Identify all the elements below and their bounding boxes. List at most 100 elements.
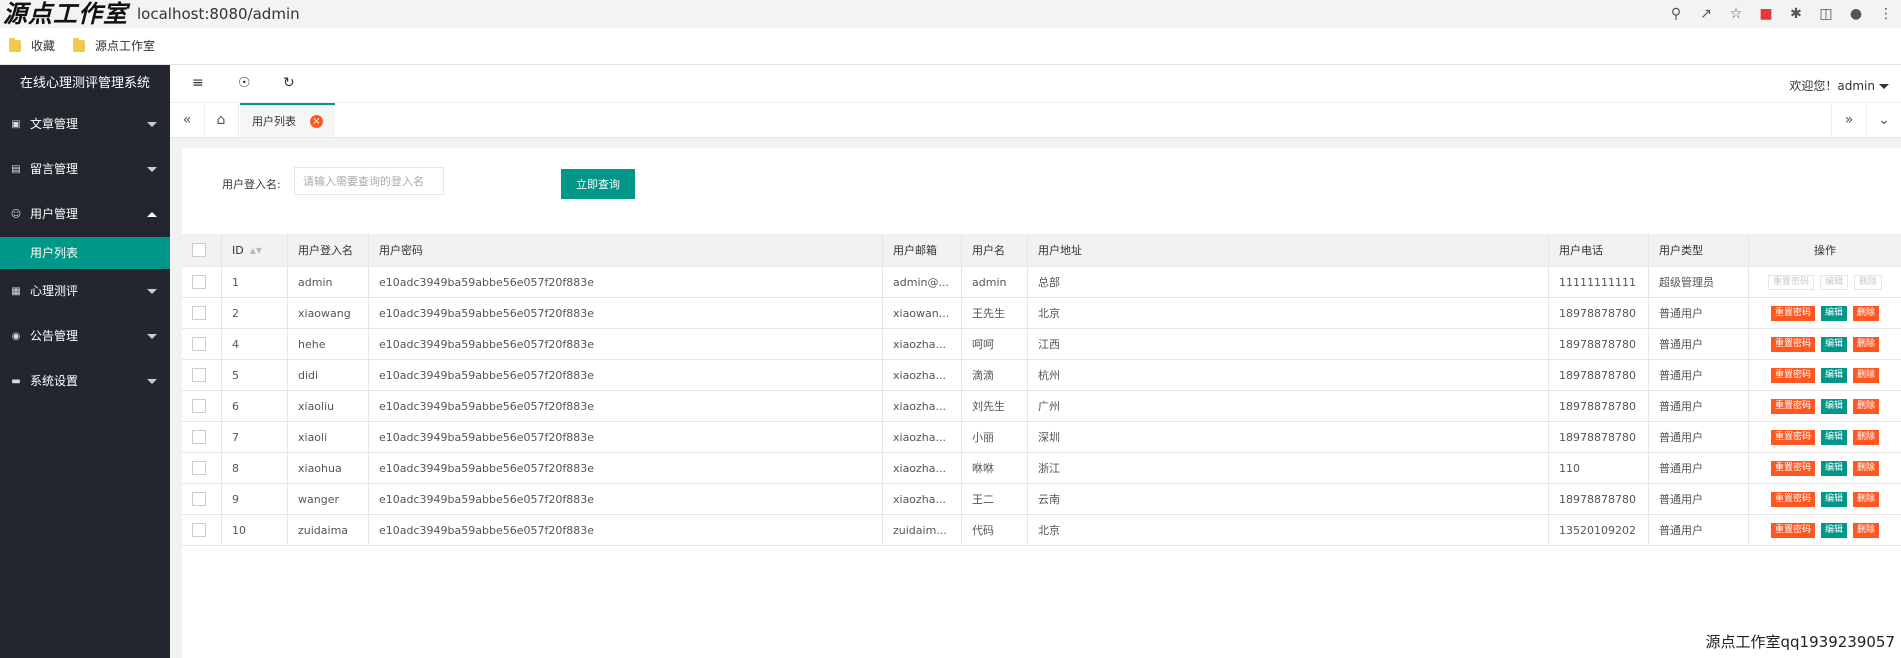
checkbox[interactable] [192, 430, 206, 444]
sidebar-item-articles[interactable]: ▣ 文章管理 [0, 102, 170, 147]
extensions-icon[interactable]: ✱ [1781, 0, 1811, 28]
sort-icon[interactable]: ▲▼ [250, 246, 262, 255]
edit-button[interactable]: 编辑 [1820, 367, 1847, 383]
share-icon[interactable]: ↗ [1691, 0, 1721, 28]
message-icon: ▤ [11, 164, 21, 175]
sidebar-item-users[interactable]: ☺ 用户管理 [0, 192, 170, 237]
delete-button[interactable]: 删除 [1853, 367, 1880, 383]
checkbox[interactable] [192, 368, 206, 382]
cell-username: 刘先生 [961, 390, 1028, 422]
row-checkbox-cell[interactable] [182, 390, 222, 422]
collapse-menu-icon[interactable]: ≡ [192, 75, 204, 91]
bookmark-studio[interactable]: 源点工作室 [73, 37, 155, 54]
edit-button[interactable]: 编辑 [1819, 274, 1848, 290]
select-all-checkbox-cell[interactable] [182, 234, 222, 267]
checkbox[interactable] [192, 523, 206, 537]
cell-password: e10adc3949ba59abbe56e057f20f883e [368, 297, 883, 329]
cell-type: 普通用户 [1648, 483, 1749, 515]
url-field[interactable]: localhost:8080/admin [137, 4, 300, 24]
table-header-row: ID ▲▼ 用户登入名 用户密码 用户邮箱 用户名 用户地址 用户电话 用户类型 … [182, 234, 1901, 267]
tab-bar: « ⌂ 用户列表 × » ⌄ [170, 103, 1901, 138]
table-row: 7 xiaoli e10adc3949ba59abbe56e057f20f883e x… [182, 421, 1901, 453]
delete-button[interactable]: 删除 [1853, 305, 1880, 321]
reset-password-button[interactable]: 重置密码 [1770, 305, 1815, 321]
reset-password-button[interactable]: 重置密码 [1770, 491, 1815, 507]
row-checkbox-cell[interactable] [182, 266, 222, 298]
checkbox[interactable] [192, 399, 206, 413]
reset-password-button[interactable]: 重置密码 [1770, 398, 1815, 414]
row-checkbox-cell[interactable] [182, 359, 222, 391]
sidebar-item-messages[interactable]: ▤ 留言管理 [0, 147, 170, 192]
menu-icon[interactable]: ⋮ [1871, 0, 1901, 28]
row-checkbox-cell[interactable] [182, 514, 222, 546]
delete-button[interactable]: 删除 [1853, 398, 1880, 414]
row-checkbox-cell[interactable] [182, 297, 222, 329]
refresh-icon[interactable]: ↻ [283, 75, 295, 91]
tab-user-list[interactable]: 用户列表 × [240, 103, 335, 137]
cell-email: xiaozha... [882, 390, 962, 422]
delete-button[interactable]: 删除 [1853, 336, 1880, 352]
edit-button[interactable]: 编辑 [1820, 460, 1847, 476]
tab-scroll-right-icon[interactable]: » [1831, 103, 1867, 137]
side-panel-icon[interactable]: ◫ [1811, 0, 1841, 28]
cell-username: admin [961, 266, 1028, 298]
cell-login: xiaowang [287, 297, 369, 329]
delete-button[interactable]: 删除 [1853, 491, 1880, 507]
cell-id: 6 [221, 390, 288, 422]
zoom-icon[interactable]: ⚲ [1661, 0, 1691, 28]
checkbox[interactable] [192, 461, 206, 475]
delete-button[interactable]: 删除 [1853, 460, 1880, 476]
edit-button[interactable]: 编辑 [1820, 491, 1847, 507]
checkbox[interactable] [192, 306, 206, 320]
reset-password-button[interactable]: 重置密码 [1770, 429, 1815, 445]
user-menu[interactable]: 欢迎您！admin [1789, 77, 1889, 94]
delete-button[interactable]: 删除 [1854, 274, 1883, 290]
reset-password-button[interactable]: 重置密码 [1770, 367, 1815, 383]
reset-password-button[interactable]: 重置密码 [1770, 460, 1815, 476]
cell-username: 小丽 [961, 421, 1028, 453]
row-checkbox-cell[interactable] [182, 328, 222, 360]
extension-badge-icon[interactable]: ■ [1751, 0, 1781, 28]
cell-type: 普通用户 [1648, 359, 1749, 391]
delete-button[interactable]: 删除 [1853, 522, 1880, 538]
home-icon[interactable]: ⌂ [204, 103, 239, 137]
reset-password-button[interactable]: 重置密码 [1770, 522, 1815, 538]
checkbox[interactable] [192, 275, 206, 289]
edit-button[interactable]: 编辑 [1820, 305, 1847, 321]
globe-icon[interactable]: ☉ [238, 75, 251, 91]
col-id[interactable]: ID ▲▼ [221, 234, 288, 267]
cell-id: 9 [221, 483, 288, 515]
sidebar-item-notices[interactable]: ◉ 公告管理 [0, 314, 170, 359]
close-icon[interactable]: × [310, 114, 323, 128]
edit-button[interactable]: 编辑 [1820, 522, 1847, 538]
bookmark-favorites[interactable]: 收藏 [9, 37, 55, 54]
edit-button[interactable]: 编辑 [1820, 398, 1847, 414]
chevron-down-icon [147, 379, 157, 384]
checkbox[interactable] [192, 243, 206, 257]
sidebar-item-settings[interactable]: ▬ 系统设置 [0, 359, 170, 404]
reset-password-button[interactable]: 重置密码 [1770, 336, 1815, 352]
cell-phone: 18978878780 [1548, 328, 1649, 360]
sidebar-subitem-user-list[interactable]: 用户列表 [0, 237, 170, 269]
search-button[interactable]: 立即查询 [561, 169, 635, 199]
row-checkbox-cell[interactable] [182, 421, 222, 453]
tab-options-icon[interactable]: ⌄ [1867, 103, 1901, 137]
checkbox[interactable] [192, 492, 206, 506]
row-checkbox-cell[interactable] [182, 483, 222, 515]
search-input[interactable] [294, 167, 444, 195]
cell-address: 江西 [1027, 328, 1549, 360]
chevron-up-icon [147, 212, 157, 217]
reset-password-button[interactable]: 重置密码 [1767, 274, 1814, 290]
tab-scroll-left-icon[interactable]: « [170, 103, 205, 137]
checkbox[interactable] [192, 337, 206, 351]
delete-button[interactable]: 删除 [1853, 429, 1880, 445]
profile-icon[interactable]: ● [1841, 0, 1871, 28]
article-icon: ▣ [11, 119, 21, 130]
sidebar-item-assessment[interactable]: ▦ 心理测评 [0, 269, 170, 314]
bookmark-star-icon[interactable]: ☆ [1721, 0, 1751, 28]
cell-actions: 重置密码 编辑 删除 [1748, 452, 1901, 484]
row-checkbox-cell[interactable] [182, 452, 222, 484]
cell-actions: 重置密码 编辑 删除 [1748, 483, 1901, 515]
edit-button[interactable]: 编辑 [1820, 429, 1847, 445]
edit-button[interactable]: 编辑 [1820, 336, 1847, 352]
